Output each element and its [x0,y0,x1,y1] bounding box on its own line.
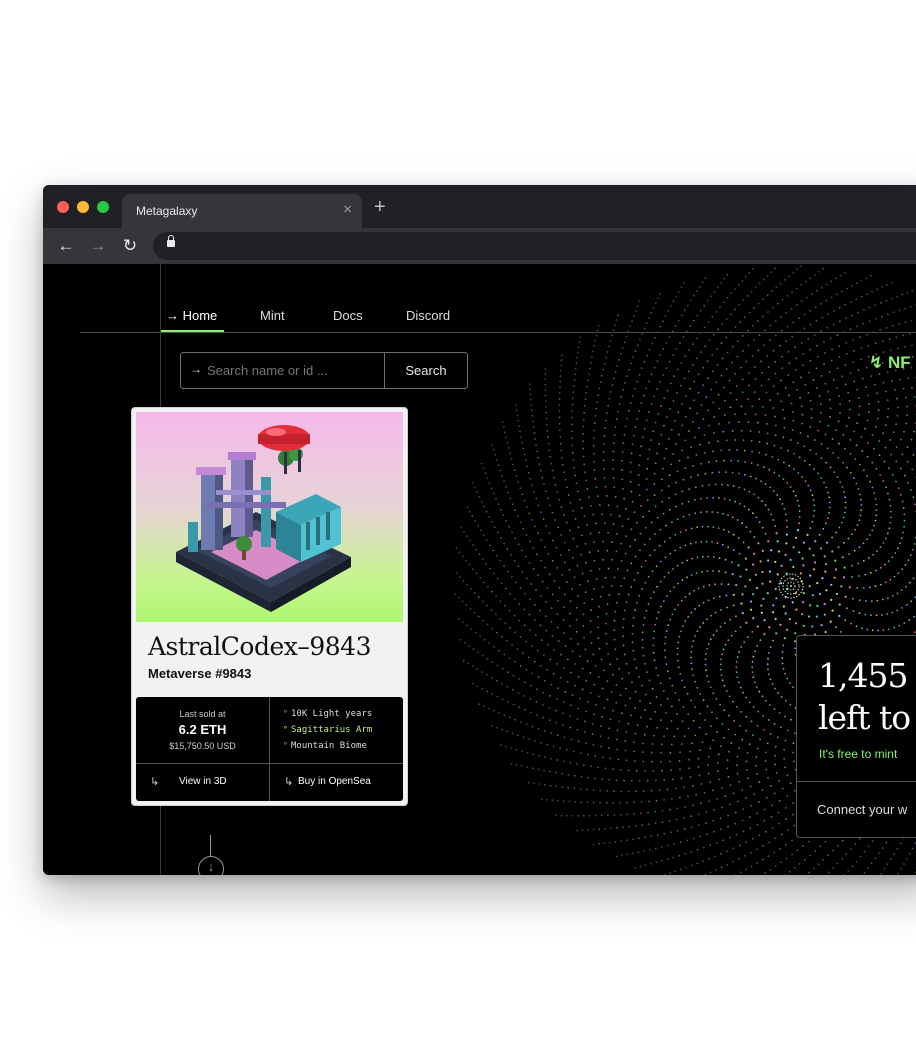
bullet-icon: ° [283,741,288,750]
maximize-window-button[interactable] [97,201,109,213]
nav-item-mint[interactable]: Mint [260,308,285,323]
mint-headline-line1: 1,455 M [818,656,916,695]
nft-artwork [136,412,403,622]
nft-details-panel: Last sold at 6.2 ETH $15,750.50 USD ° 10… [136,697,403,801]
return-arrow-icon: ↳ [150,776,160,788]
mint-divider [797,781,916,782]
nav-item-home[interactable]: → Home [166,308,217,323]
nav-item-discord[interactable]: Discord [406,308,450,323]
bullet-icon: ° [283,725,288,734]
browser-window: Metagalaxy × + ← → ↻ → Home Mint Docs Di… [43,185,916,875]
nft-subtitle: Metaverse #9843 [148,666,252,681]
scroll-indicator-line [210,835,211,857]
back-button[interactable]: ← [56,236,76,256]
nav-item-docs[interactable]: Docs [333,308,363,323]
bullet-icon: ° [283,709,288,718]
browser-tab-strip: Metagalaxy × + [43,185,916,228]
nft-card[interactable]: AstralCodex–9843 Metaverse #9843 Last so… [131,407,408,806]
price-eth: 6.2 ETH [178,722,227,737]
tab-title: Metagalaxy [136,204,198,218]
nft-title: AstralCodex–9843 [148,632,371,661]
minimize-window-button[interactable] [77,201,89,213]
page-viewport: → Home Mint Docs Discord → Search ↯ NF [43,264,916,875]
price-usd: $15,750.50 USD [169,741,236,751]
tag-distance: 10K Light years [291,709,373,719]
nav-active-underline [161,330,224,332]
new-tab-button[interactable]: + [374,197,386,217]
return-arrow-icon: ↳ [284,776,294,788]
tag-biome: Mountain Biome [291,741,367,751]
buy-opensea-button[interactable]: ↳ Buy in OpenSea [270,763,403,801]
search-bar: → Search [180,352,468,389]
arrow-right-icon: → [190,362,202,376]
search-input[interactable] [205,362,384,379]
browser-toolbar: ← → ↻ [43,228,916,264]
address-bar[interactable] [153,232,916,260]
view-3d-button[interactable]: ↳ View in 3D [136,763,269,801]
nft-badge: ↯ NF [869,353,911,372]
arrow-down-icon[interactable] [198,856,224,875]
search-button[interactable]: Search [385,353,467,388]
tag-item: ° Mountain Biome [283,741,367,751]
lock-icon [167,235,175,247]
view-3d-label: View in 3D [179,776,227,787]
mint-panel: 1,455 M left to It's free to mint Connec… [796,635,916,838]
browser-tab[interactable]: Metagalaxy × [122,194,362,228]
forward-button[interactable]: → [88,236,108,256]
mint-headline: 1,455 M left to [818,655,916,739]
tab-close-icon[interactable]: × [343,201,352,219]
tag-item: ° 10K Light years [283,709,373,719]
mint-headline-line2: left to [818,698,911,737]
connect-wallet-button[interactable]: Connect your w [817,802,907,817]
tag-region: Sagittarius Arm [291,725,373,735]
buy-opensea-label: Buy in OpenSea [298,776,371,787]
tag-item: ° Sagittarius Arm [283,725,373,735]
close-window-button[interactable] [57,201,69,213]
grid-line-horizontal [80,332,916,333]
mint-note: It's free to mint [819,747,898,761]
reload-button[interactable]: ↻ [120,236,140,256]
last-sold-label: Last sold at [179,709,226,719]
